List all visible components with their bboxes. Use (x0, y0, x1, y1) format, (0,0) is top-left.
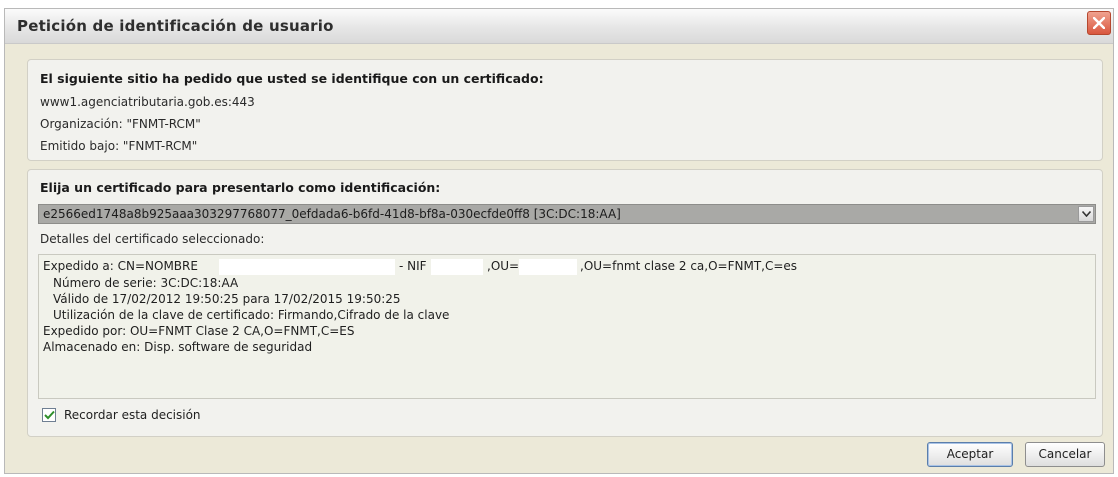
remember-decision-label: Recordar esta decisión (64, 408, 201, 422)
remember-decision-checkbox[interactable] (42, 408, 56, 422)
site-organization: Organización: "FNMT-RCM" (40, 117, 201, 131)
certificate-dialog: Petición de identificación de usuario El… (4, 8, 1114, 474)
certificate-select-value: e2566ed1748a8b925aaa303297768077_0efdada… (43, 207, 621, 221)
validity-line: Válido de 17/02/2012 19:50:25 para 17/02… (53, 292, 401, 306)
stored-in-line: Almacenado en: Disp. software de segurid… (43, 340, 313, 354)
redacted-name (219, 259, 395, 275)
details-label: Detalles del certificado seleccionado: (40, 232, 265, 246)
site-issued-under: Emitido bajo: "FNMT-RCM" (40, 139, 198, 153)
chevron-down-icon (1082, 211, 1091, 217)
checkmark-icon (44, 410, 55, 420)
issued-to-line: Expedido a: CN=NOMBRE (43, 259, 198, 273)
cancel-button[interactable]: Cancelar (1025, 442, 1105, 467)
site-request-heading: El siguiente sitio ha pedido que usted s… (40, 71, 544, 86)
certificate-details-box[interactable]: Expedido a: CN=NOMBRE - NIF ,OU= ,OU=fnm… (38, 254, 1096, 399)
serial-number-line: Número de serie: 3C:DC:18:AA (53, 276, 239, 290)
site-host: www1.agenciatributaria.gob.es:443 (40, 95, 255, 109)
dialog-title: Petición de identificación de usuario (17, 17, 334, 35)
choose-certificate-heading: Elija un certificado para presentarlo co… (40, 180, 441, 195)
close-button[interactable] (1087, 11, 1111, 35)
certificate-choice-group: Elija un certificado para presentarlo co… (27, 169, 1103, 437)
close-icon (1093, 17, 1105, 29)
key-usage-line: Utilización de la clave de certificado: … (53, 308, 450, 322)
redacted-nif (431, 259, 483, 275)
accept-button[interactable]: Aceptar (927, 442, 1013, 467)
redacted-ou (519, 259, 577, 275)
title-bar[interactable]: Petición de identificación de usuario (5, 9, 1113, 44)
issued-by-line: Expedido por: OU=FNMT Clase 2 CA,O=FNMT,… (43, 324, 355, 338)
certificate-select[interactable]: e2566ed1748a8b925aaa303297768077_0efdada… (38, 204, 1096, 224)
nif-label: - NIF (399, 259, 427, 273)
certificate-select-dropdown-button[interactable] (1078, 206, 1094, 222)
ou-label: ,OU= (487, 259, 520, 273)
site-info-group: El siguiente sitio ha pedido que usted s… (27, 59, 1103, 161)
ou-suffix: ,OU=fnmt clase 2 ca,O=FNMT,C=es (580, 259, 798, 273)
